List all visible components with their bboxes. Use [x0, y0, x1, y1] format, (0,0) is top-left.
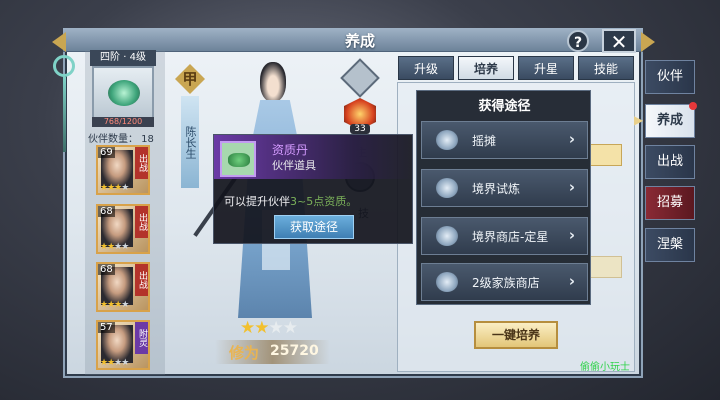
jade-charm-icon — [53, 55, 75, 155]
companion-status-tag: 附灵 — [135, 322, 148, 354]
way-icon — [436, 178, 458, 198]
companion-stars: ★★★★ — [100, 358, 129, 368]
companion-stars: ★★★★ — [100, 300, 129, 310]
power-label: 修为 — [229, 344, 260, 362]
way-item[interactable]: 2级家族商店 › — [421, 263, 588, 301]
way-label: 2级家族商店 — [472, 276, 540, 290]
way-label: 摇摊 — [472, 134, 497, 148]
arrow-right-icon: › — [568, 226, 575, 244]
one-key-train-button[interactable]: 一键培养 — [474, 321, 558, 349]
tab-star-up[interactable]: 升星 — [518, 56, 574, 80]
item-type: 伙伴道具 — [272, 159, 316, 172]
arrow-right-icon: › — [568, 130, 575, 148]
item-tooltip: 资质丹 伙伴道具 可以提升伙伴3~5点资质。 获取途径 — [213, 134, 414, 244]
watermark: 偷偷小玩士 — [580, 362, 630, 373]
companion-level: 69 — [98, 147, 115, 158]
side-menu-cultivate[interactable]: 养成 — [645, 102, 697, 138]
way-item[interactable]: 境界试炼 › — [421, 169, 588, 207]
power-value: 25720 — [270, 343, 319, 359]
companion-level: 68 — [98, 264, 115, 275]
companion-card[interactable]: 69 出战 ★★★★ — [96, 145, 150, 195]
arrow-right-icon: › — [568, 272, 575, 290]
hero-power: 修为 25720 — [215, 340, 330, 364]
way-label: 境界商店-定星 — [472, 230, 549, 244]
way-icon — [436, 272, 458, 292]
item-description: 可以提升伙伴3~5点资质。 — [224, 195, 358, 208]
side-menu-companion[interactable]: 伙伴 — [645, 60, 695, 94]
train-attribute-button[interactable] — [590, 256, 622, 278]
item-name: 资质丹 — [272, 143, 309, 157]
tab-bar: 升级 培养 升星 技能 — [398, 56, 634, 82]
tab-train[interactable]: 培养 — [458, 56, 514, 80]
companion-count: 伙伴数量： 18 — [88, 134, 154, 145]
companion-status-tag: 出战 — [135, 206, 148, 238]
way-icon — [436, 226, 458, 246]
hero-stars: ★★★★ — [240, 318, 298, 338]
arrow-right-icon: › — [568, 178, 575, 196]
window-title: 养成 — [344, 32, 375, 50]
train-attribute-button[interactable] — [590, 144, 622, 166]
companion-status-tag: 出战 — [135, 147, 148, 179]
companion-level: 57 — [98, 322, 115, 333]
way-item[interactable]: 摇摊 › — [421, 121, 588, 159]
companion-stars: ★★★★ — [100, 183, 129, 193]
way-label: 境界试炼 — [472, 182, 521, 196]
get-ways-popup: 获得途径 摇摊 › 境界试炼 › 境界商店-定星 › 2级家族商店 › — [416, 90, 591, 305]
get-ways-title: 获得途径 — [478, 99, 531, 114]
side-arrow-icon: ▶ — [634, 113, 644, 127]
tab-skill[interactable]: 技能 — [578, 56, 634, 80]
companion-level: 68 — [98, 206, 115, 217]
close-icon[interactable]: ✕ — [602, 29, 636, 53]
way-item[interactable]: 境界商店-定星 › — [421, 217, 588, 255]
weapon-exp: 768/1200 — [92, 117, 154, 127]
way-icon — [436, 130, 458, 150]
hero-name-banner: 陈长生 — [181, 96, 199, 188]
companion-stars: ★★★★ — [100, 242, 129, 252]
pill-icon — [228, 153, 250, 167]
weapon-gem-icon — [108, 80, 140, 106]
tab-upgrade[interactable]: 升级 — [398, 56, 454, 80]
companion-card[interactable]: 68 出战 ★★★★ — [96, 262, 150, 312]
help-icon[interactable]: ? — [567, 30, 589, 52]
get-ways-button[interactable]: 获取途径 — [274, 215, 354, 239]
companion-status-tag: 出战 — [135, 264, 148, 296]
companion-card[interactable]: 57 附灵 ★★★★ — [96, 320, 150, 370]
side-menu-recruit[interactable]: 招募 — [645, 186, 695, 220]
item-slot — [220, 141, 256, 177]
companion-card[interactable]: 68 出战 ★★★★ — [96, 204, 150, 254]
weapon-rank: 四阶 · 4级 — [90, 50, 156, 66]
side-menu-nirvana[interactable]: 涅槃 — [645, 228, 695, 262]
fire-level: 33 — [350, 124, 370, 134]
notification-dot — [689, 102, 697, 110]
side-menu-battle[interactable]: 出战 — [645, 145, 695, 179]
